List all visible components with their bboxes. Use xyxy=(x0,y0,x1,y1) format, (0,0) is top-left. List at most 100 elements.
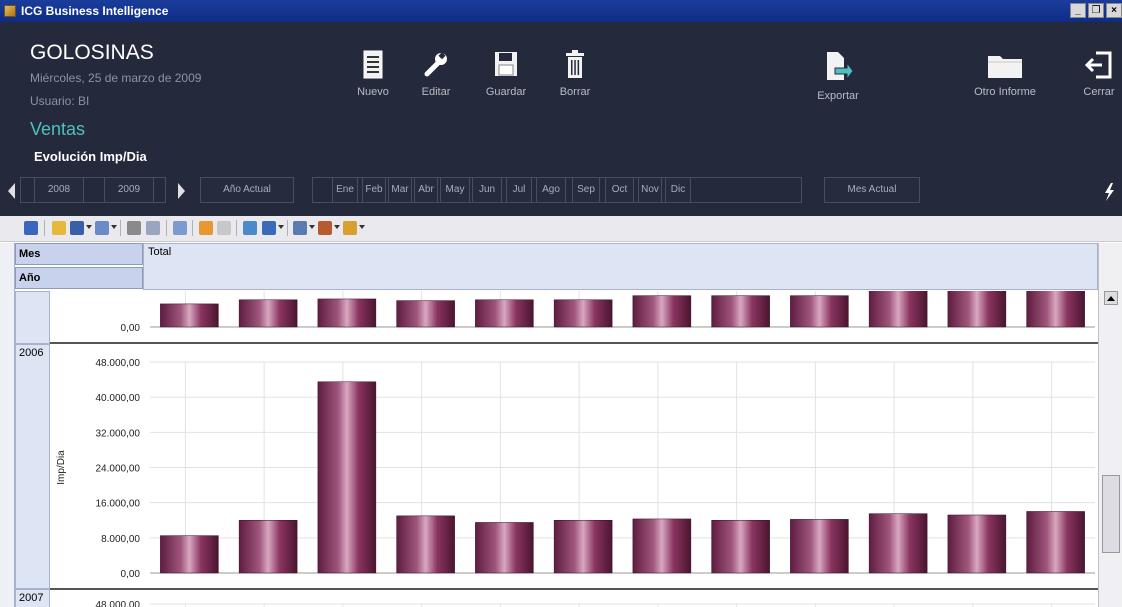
export-button[interactable]: Exportar xyxy=(808,50,868,102)
bar xyxy=(160,535,219,574)
window-title: ICG Business Intelligence xyxy=(21,4,169,18)
save-button[interactable]: Guardar xyxy=(480,50,532,98)
company-name: GOLOSINAS xyxy=(30,41,154,64)
brush-dropdown-icon[interactable] xyxy=(359,225,365,229)
month-button-may[interactable]: May xyxy=(440,177,470,203)
edit-button[interactable]: Editar xyxy=(414,50,458,98)
bar xyxy=(632,295,692,328)
current-date: Miércoles, 25 de marzo de 2009 xyxy=(30,71,202,85)
bar xyxy=(868,513,928,574)
month-button-dic[interactable]: Dic xyxy=(665,177,691,203)
other-report-button[interactable]: Otro Informe xyxy=(970,50,1040,98)
current-year-button[interactable]: Año Actual xyxy=(200,177,294,203)
next-year-arrow-icon[interactable] xyxy=(178,183,185,199)
bar xyxy=(475,299,534,328)
grid-toolbar xyxy=(0,216,1122,242)
floppy-disk-icon xyxy=(495,52,517,76)
save-dropdown-icon[interactable] xyxy=(86,225,92,229)
new-button[interactable]: Nuevo xyxy=(353,50,393,98)
print-preview-icon[interactable] xyxy=(146,221,160,235)
save-icon[interactable] xyxy=(70,221,84,235)
delete-button[interactable]: Borrar xyxy=(553,50,597,98)
lightning-icon[interactable] xyxy=(1103,183,1115,201)
zoom-dropdown-icon[interactable] xyxy=(309,225,315,229)
exit-icon xyxy=(1084,51,1112,79)
title-bar: ICG Business Intelligence _ ❐ × xyxy=(0,0,1122,22)
bar xyxy=(317,298,377,328)
bar xyxy=(947,291,1007,328)
copy-icon[interactable] xyxy=(173,221,187,235)
undo-icon[interactable] xyxy=(199,221,213,235)
y-tick-label: 48.000,00 xyxy=(96,358,141,369)
month-button-nov[interactable]: Nov xyxy=(638,177,662,203)
y-tick-label: 48.000,00 xyxy=(96,600,141,607)
month-button-sep[interactable]: Sep xyxy=(572,177,600,203)
bar xyxy=(790,295,849,328)
period-navigation: 2008 2009 Año Actual Ene Feb Mar Abr May Jun J… xyxy=(0,175,1122,207)
field-anio[interactable]: Año xyxy=(15,267,143,289)
close-button[interactable]: Cerrar xyxy=(1076,50,1122,98)
current-month-button[interactable]: Mes Actual xyxy=(824,177,920,203)
palette-dropdown-icon[interactable] xyxy=(334,225,340,229)
close-window-button[interactable]: × xyxy=(1106,3,1122,18)
grid-view-icon[interactable] xyxy=(243,221,257,235)
restore-button[interactable]: ❐ xyxy=(1088,3,1104,18)
redo-icon[interactable] xyxy=(217,221,231,235)
y-tick-label: 32.000,00 xyxy=(96,428,141,439)
month-button-ago[interactable]: Ago xyxy=(536,177,566,203)
bar xyxy=(868,291,928,328)
bar xyxy=(160,303,219,328)
report-title: Evolución Imp/Dia xyxy=(34,149,147,164)
grid-row-selector xyxy=(0,243,15,607)
y-axis-label: Imp/Dia xyxy=(56,450,67,485)
field-mes[interactable]: Mes xyxy=(15,243,143,265)
month-button-mar[interactable]: Mar xyxy=(388,177,412,203)
prev-year-arrow-icon[interactable] xyxy=(8,183,15,199)
arrow-up-icon xyxy=(1107,296,1115,301)
y-tick-label: 16.000,00 xyxy=(96,499,141,510)
bar xyxy=(238,299,298,328)
bar xyxy=(947,514,1007,574)
vertical-scrollbar[interactable] xyxy=(1098,243,1122,607)
folder-icon xyxy=(988,56,1022,78)
bar xyxy=(711,520,770,574)
bar xyxy=(238,520,298,574)
open-folder-icon[interactable] xyxy=(52,221,66,235)
bar xyxy=(396,515,455,574)
y-tick-label: 24.000,00 xyxy=(96,464,141,475)
scroll-up-button[interactable] xyxy=(1104,291,1118,305)
month-button-oct[interactable]: Oct xyxy=(605,177,634,203)
chart-area: 0,00 48.000,00 40.000,00 32.000,00 24.000,00… xyxy=(50,291,1098,607)
bar xyxy=(1026,511,1085,574)
export-dropdown-icon[interactable] xyxy=(111,225,117,229)
app-logo-icon xyxy=(4,5,16,17)
row-header-2007: 2007 xyxy=(15,589,50,607)
month-button-abr[interactable]: Abr xyxy=(414,177,438,203)
app-window: ICG Business Intelligence _ ❐ × GOLOSINA… xyxy=(0,0,1122,607)
palette-icon[interactable] xyxy=(318,221,332,235)
print-icon[interactable] xyxy=(127,221,141,235)
bar xyxy=(553,299,613,328)
month-button-ene[interactable]: Ene xyxy=(332,177,358,203)
bar xyxy=(553,520,613,574)
scroll-thumb[interactable] xyxy=(1102,475,1120,553)
total-column-header: Total xyxy=(143,243,1098,290)
bar xyxy=(396,300,455,328)
bar xyxy=(475,522,534,574)
month-button-feb[interactable]: Feb xyxy=(362,177,386,203)
brush-icon[interactable] xyxy=(343,221,357,235)
minimize-button[interactable]: _ xyxy=(1070,3,1086,18)
layout-icon[interactable] xyxy=(262,221,276,235)
row-header-2006: 2006 xyxy=(15,344,50,589)
month-button-jun[interactable]: Jun xyxy=(472,177,502,203)
export-grid-icon[interactable] xyxy=(95,221,109,235)
export-icon xyxy=(827,52,853,81)
module-title: Ventas xyxy=(30,119,86,139)
month-button-jul[interactable]: Jul xyxy=(506,177,532,203)
zoom-icon[interactable] xyxy=(293,221,307,235)
chart-settings-icon[interactable] xyxy=(24,221,38,235)
year-group-frame xyxy=(20,177,166,203)
document-icon xyxy=(363,50,383,79)
bar xyxy=(317,381,377,574)
layout-dropdown-icon[interactable] xyxy=(278,225,284,229)
